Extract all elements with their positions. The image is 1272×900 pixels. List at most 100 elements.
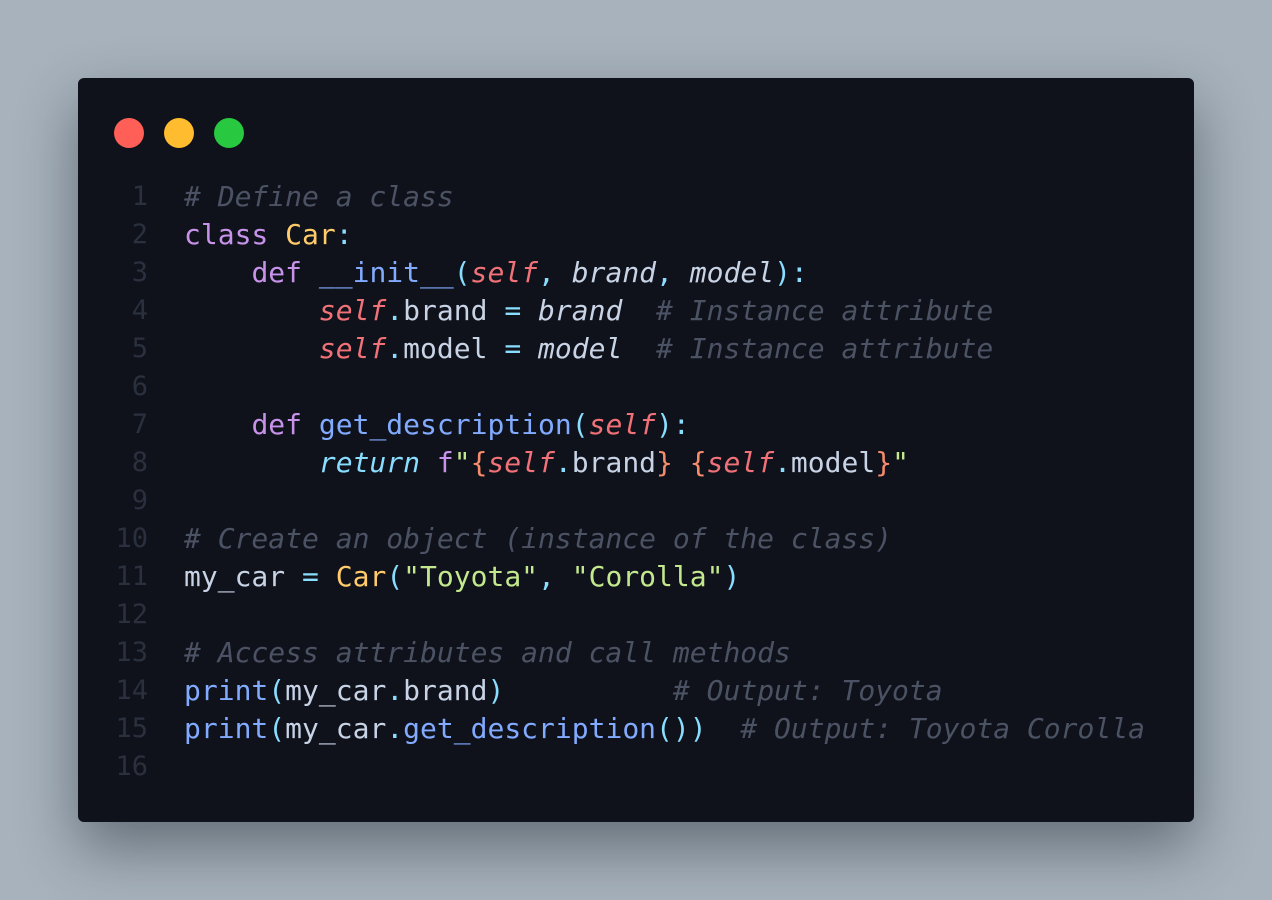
maximize-button[interactable] xyxy=(214,118,244,148)
code-token-punc: . xyxy=(386,294,404,327)
code-token-kw: def xyxy=(251,256,303,289)
code-token-str: "Toyota" xyxy=(403,560,539,593)
code-token-comment: # Output: Toyota xyxy=(672,674,943,707)
code-line: 12 xyxy=(78,596,1194,634)
line-number: 1 xyxy=(131,181,148,212)
code-text: class Car: xyxy=(184,216,353,254)
code-line: 7 def get_description(self): xyxy=(78,406,1194,444)
line-number: 7 xyxy=(131,409,148,440)
code-token-punc: ) xyxy=(723,560,741,593)
code-token-comment: # Access attributes and call methods xyxy=(184,636,791,669)
close-button[interactable] xyxy=(114,118,144,148)
code-line: 8 return f"{self.brand} {self.model}" xyxy=(78,444,1194,482)
code-text: return f"{self.brand} {self.model}" xyxy=(184,444,909,482)
code-token-op: = xyxy=(504,294,522,327)
code-token-punc: ): xyxy=(656,408,690,441)
code-token-str: " xyxy=(892,446,909,479)
code-token-fn: get_description xyxy=(318,408,572,441)
code-token-punc: , xyxy=(538,560,572,593)
code-token-punc: . xyxy=(386,674,404,707)
code-token-str: "Corolla" xyxy=(571,560,724,593)
code-token-plain: brand xyxy=(571,446,657,479)
code-token-punc: . xyxy=(554,446,572,479)
code-line: 14 print(my_car.brand) # Output: Toyota xyxy=(78,672,1194,710)
code-token-self: self xyxy=(318,332,387,365)
code-token-kw: def xyxy=(251,408,303,441)
code-token-punc: ( xyxy=(268,712,286,745)
code-line: 10 # Create an object (instance of the cl… xyxy=(78,520,1194,558)
code-window: 1 # Define a class 2 class Car: 3 def __init… xyxy=(78,78,1194,822)
code-line: 4 self.brand = brand # Instance attribut… xyxy=(78,292,1194,330)
line-number: 2 xyxy=(131,219,148,250)
code-token-punc: . xyxy=(774,446,791,479)
code-editor[interactable]: 1 # Define a class 2 class Car: 3 def __init… xyxy=(78,178,1194,786)
line-number: 3 xyxy=(131,257,148,288)
code-token-param: brand xyxy=(571,256,657,289)
line-number: 10 xyxy=(115,523,148,554)
code-token-param: brand xyxy=(538,294,623,327)
code-line: 13 # Access attributes and call methods xyxy=(78,634,1194,672)
code-token-punc: . xyxy=(386,332,404,365)
code-token-kw: f xyxy=(436,446,454,479)
code-token-punc: . xyxy=(386,712,404,745)
line-number: 15 xyxy=(115,713,148,744)
code-token-str: " xyxy=(453,446,471,479)
code-token-param: model xyxy=(538,332,623,365)
code-token-plain: brand xyxy=(403,674,488,707)
minimize-button[interactable] xyxy=(164,118,194,148)
code-token-kw: class xyxy=(184,218,269,251)
code-line: 6 xyxy=(78,368,1194,406)
code-token-fstr: } xyxy=(875,446,893,479)
line-number: 8 xyxy=(131,447,148,478)
code-token-punc: ) xyxy=(487,674,505,707)
code-token-op: = xyxy=(302,560,319,593)
code-token-self: self xyxy=(588,408,657,441)
code-line: 2 class Car: xyxy=(78,216,1194,254)
code-token-fn: print xyxy=(184,674,269,707)
code-token-cls: Car xyxy=(285,218,336,251)
code-token-fn: get_description xyxy=(403,712,657,745)
code-text: print(my_car.brand) # Output: Toyota xyxy=(184,672,943,710)
line-number: 16 xyxy=(115,751,148,782)
code-token-comment: # Create an object (instance of the clas… xyxy=(184,522,893,555)
code-line: 3 def __init__(self, brand, model): xyxy=(78,254,1194,292)
code-token-param: model xyxy=(689,256,775,289)
code-text: my_car = Car("Toyota", "Corolla") xyxy=(184,558,740,596)
code-text: # Define a class xyxy=(184,178,454,216)
code-token-plain: my_car xyxy=(285,712,387,745)
code-line: 9 xyxy=(78,482,1194,520)
code-token-comment: # Output: Toyota Corolla xyxy=(740,712,1145,745)
code-text: print(my_car.get_description()) # Output… xyxy=(184,710,1145,748)
line-number: 12 xyxy=(115,599,148,630)
code-token-plain: model xyxy=(403,332,488,365)
code-token-plain: my_car xyxy=(184,560,286,593)
code-token-comment: # Instance attribute xyxy=(656,332,994,365)
line-number: 14 xyxy=(115,675,148,706)
line-number: 13 xyxy=(115,637,148,668)
code-token-plain: model xyxy=(790,446,876,479)
code-token-self: self xyxy=(318,294,387,327)
line-number: 11 xyxy=(115,561,148,592)
code-token-fn: print xyxy=(184,712,269,745)
code-line: 5 self.model = model # Instance attribut… xyxy=(78,330,1194,368)
code-text: def get_description(self): xyxy=(184,406,690,444)
code-token-fstr: { xyxy=(689,446,707,479)
code-token-punc: , xyxy=(538,256,572,289)
code-token-self: self xyxy=(470,256,539,289)
code-text: # Create an object (instance of the clas… xyxy=(184,520,892,558)
code-token-punc: ( xyxy=(453,256,471,289)
